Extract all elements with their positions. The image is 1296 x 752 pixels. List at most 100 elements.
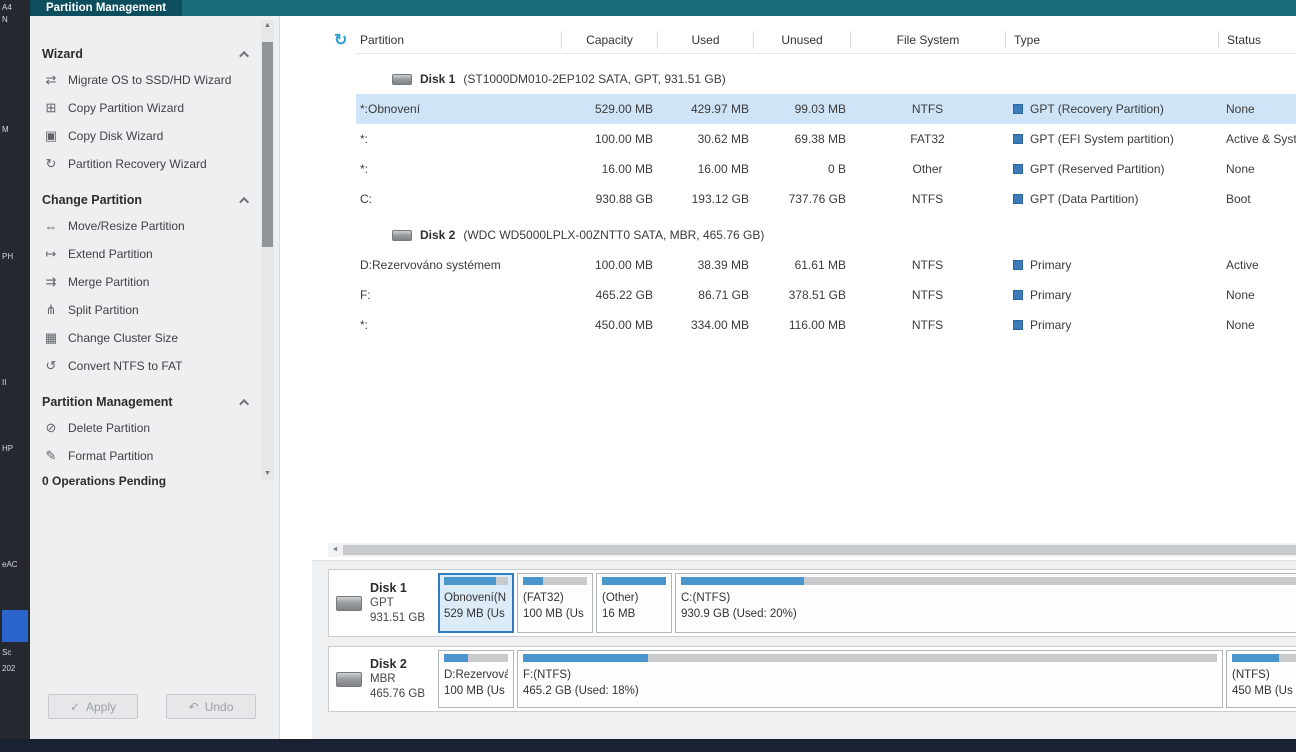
sidebar-item-format-partition[interactable]: ✎ Format Partition [42,442,279,468]
block-label: D:Rezervová [444,667,508,683]
column-header-unused[interactable]: Unused [753,31,850,49]
partition-block-fat32[interactable]: (FAT32) 100 MB (Us [517,573,593,633]
capacity-value: 930.88 GB [561,192,657,206]
status-value: None [1218,162,1296,176]
desktop-icon-label: M [2,125,9,134]
block-label: C:(NTFS) [681,590,1296,606]
type-value: GPT (Recovery Partition) [1030,102,1164,116]
partition-type-icon [1013,134,1023,144]
tab-partition-management[interactable]: Partition Management [30,0,182,16]
type-value: Primary [1030,288,1071,302]
sidebar-item-migrate-os[interactable]: ⇄ Migrate OS to SSD/HD Wizard [42,66,279,94]
operations-pending-label: 0 Operations Pending [42,474,166,488]
recovery-icon: ↻ [42,156,60,172]
used-value: 334.00 MB [657,318,753,332]
move-resize-icon: ⇔ [42,219,60,234]
column-header-partition[interactable]: Partition [356,31,561,49]
partition-block-c[interactable]: C:(NTFS) 930.9 GB (Used: 20%) [675,573,1296,633]
desktop-icon-label: II [2,378,6,387]
sidebar-item-copy-disk[interactable]: ▣ Copy Disk Wizard [42,122,279,150]
taskbar [0,739,1296,752]
sidebar-section-wizard: Wizard ⇄ Migrate OS to SSD/HD Wizard ⊞ C… [42,42,279,178]
partition-row[interactable]: C: 930.88 GB 193.12 GB 737.76 GB NTFS GP… [356,184,1296,214]
sidebar-scrollbar[interactable]: ▲ ▼ [261,20,274,480]
partition-block-ntfs[interactable]: (NTFS) 450 MB (Us [1226,650,1296,708]
sidebar-item-change-cluster-size[interactable]: ▦ Change Cluster Size [42,324,279,352]
disk-group-row-disk1[interactable]: Disk 1 (ST1000DM010-2EP102 SATA, GPT, 93… [356,64,1296,94]
undo-button-label: Undo [205,700,234,714]
apply-button-label: Apply [86,700,116,714]
partition-type-icon [1013,290,1023,300]
disk-group-row-disk2[interactable]: Disk 2 (WDC WD5000LPLX-00ZNTT0 SATA, MBR… [356,220,1296,250]
sidebar-item-label: Format Partition [68,449,153,463]
sidebar-item-convert-ntfs[interactable]: ↺ Convert NTFS to FAT [42,352,279,380]
apply-button[interactable]: ✓ Apply [48,694,138,719]
sidebar-item-copy-partition[interactable]: ⊞ Copy Partition Wizard [42,94,279,122]
disk-icon [392,230,412,241]
scrollbar-thumb[interactable] [262,42,273,247]
scroll-down-icon[interactable]: ▼ [261,468,274,480]
sidebar-item-label: Copy Disk Wizard [68,129,163,143]
scroll-left-icon[interactable]: ◄ [328,543,342,557]
partition-row[interactable]: *: 100.00 MB 30.62 MB 69.38 MB FAT32 GPT… [356,124,1296,154]
column-header-filesystem[interactable]: File System [850,31,1005,49]
sidebar-item-label: Partition Recovery Wizard [68,157,207,171]
used-value: 30.62 MB [657,132,753,146]
used-value: 86.71 GB [657,288,753,302]
sidebar-item-move-resize[interactable]: ⇔ Move/Resize Partition [42,212,279,240]
usage-bar [444,577,508,585]
partition-block-d[interactable]: D:Rezervová 100 MB (Us [438,650,514,708]
section-header-change-partition[interactable]: Change Partition [42,188,279,212]
scrollbar-thumb[interactable] [343,545,1296,555]
unused-value: 99.03 MB [753,102,850,116]
partition-row[interactable]: *: 450.00 MB 334.00 MB 116.00 MB NTFS Pr… [356,310,1296,340]
delete-icon: ⊘ [42,420,60,436]
undo-button[interactable]: ↶ Undo [166,694,256,719]
desktop-icon-label: eAC [2,560,18,569]
sidebar-item-label: Copy Partition Wizard [68,101,184,115]
partition-row[interactable]: *: 16.00 MB 16.00 MB 0 B Other GPT (Rese… [356,154,1296,184]
partition-name: C: [356,192,561,206]
sidebar: Wizard ⇄ Migrate OS to SSD/HD Wizard ⊞ C… [30,16,280,739]
section-header-wizard[interactable]: Wizard [42,42,279,66]
section-header-partition-management[interactable]: Partition Management [42,390,279,414]
partition-block-f[interactable]: F:(NTFS) 465.2 GB (Used: 18%) [517,650,1223,708]
partition-row[interactable]: D:Rezervováno systémem 100.00 MB 38.39 M… [356,250,1296,280]
refresh-icon[interactable]: ↻ [334,30,347,50]
sidebar-item-split[interactable]: ⋔ Split Partition [42,296,279,324]
check-icon: ✓ [70,700,80,714]
partition-row[interactable]: *:Obnovení 529.00 MB 429.97 MB 99.03 MB … [356,94,1296,124]
block-size: 100 MB (Us [523,606,587,622]
partition-block-obnoveni[interactable]: Obnovení(N 529 MB (Us [438,573,514,633]
sidebar-item-label: Merge Partition [68,275,149,289]
partition-name: D:Rezervováno systémem [356,258,561,272]
sidebar-item-partition-recovery[interactable]: ↻ Partition Recovery Wizard [42,150,279,178]
sidebar-item-extend[interactable]: ↦ Extend Partition [42,240,279,268]
capacity-value: 450.00 MB [561,318,657,332]
unused-value: 116.00 MB [753,318,850,332]
column-header-used[interactable]: Used [657,31,753,49]
block-label: Obnovení(N [444,590,508,606]
horizontal-scrollbar[interactable]: ◄ ► [328,543,1296,557]
partition-name: *:Obnovení [356,102,561,116]
desktop-icon-label: 202 [2,664,15,673]
scroll-up-icon[interactable]: ▲ [261,20,274,32]
column-header-status[interactable]: Status [1218,31,1296,49]
column-header-capacity[interactable]: Capacity [561,31,657,49]
capacity-value: 465.22 GB [561,288,657,302]
filesystem-value: NTFS [850,288,1005,302]
type-value: Primary [1030,318,1071,332]
partition-row[interactable]: F: 465.22 GB 86.71 GB 378.51 GB NTFS Pri… [356,280,1296,310]
sidebar-item-label: Delete Partition [68,421,150,435]
status-value: Boot [1218,192,1296,206]
disk-name: Disk 1 [370,580,425,596]
sidebar-item-merge[interactable]: ⇉ Merge Partition [42,268,279,296]
status-value: Active & Syste [1218,132,1296,146]
disk-scheme: MBR [370,672,425,687]
section-title: Wizard [42,47,83,61]
block-size: 529 MB (Us [444,606,508,622]
partition-block-other[interactable]: (Other) 16 MB [596,573,672,633]
sidebar-item-delete-partition[interactable]: ⊘ Delete Partition [42,414,279,442]
column-header-type[interactable]: Type [1005,31,1218,49]
block-label: (NTFS) [1232,667,1296,683]
